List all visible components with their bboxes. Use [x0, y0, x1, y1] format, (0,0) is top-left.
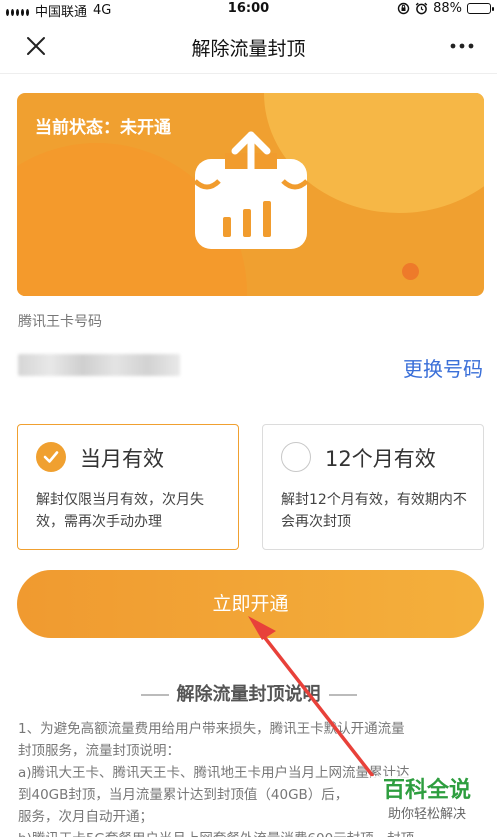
battery-icon — [467, 3, 494, 14]
data-upload-icon — [193, 131, 309, 249]
status-right: 88% — [397, 1, 494, 16]
explanation-heading: 解除流量封顶说明 — [0, 680, 497, 706]
change-number-link[interactable]: 更换号码 — [403, 353, 483, 382]
page-title: 解除流量封顶 — [191, 38, 306, 60]
radio-unchecked[interactable] — [281, 442, 311, 472]
status-bar: 中国联通 4G 16:00 88% — [0, 0, 497, 20]
option-monthly[interactable]: 当月有效 解封仅限当月有效，次月失效，需再次手动办理 — [17, 424, 239, 550]
option-title: 当月有效 — [80, 447, 164, 471]
masked-phone-number — [18, 354, 180, 376]
orientation-lock-icon — [397, 2, 410, 15]
nav-bar: 解除流量封顶 — [0, 18, 497, 74]
watermark-slogan: 助你轻松解决 — [387, 807, 466, 822]
heading-divider — [140, 694, 169, 696]
radio-checked[interactable] — [36, 442, 66, 472]
option-title: 12个月有效 — [325, 447, 436, 471]
heading-divider — [328, 694, 357, 696]
status-banner: 当前状态：未开通 — [17, 93, 484, 296]
explanation-line: b)腾讯王卡5G套餐用户当月上网套餐外流量消费600元封顶，封顶 — [18, 828, 482, 837]
number-label: 腾讯王卡号码 — [18, 314, 102, 330]
option-description: 解封12个月有效，有效期内不会再次封顶 — [281, 492, 467, 530]
watermark: 百科全说 助你轻松解决 — [371, 776, 483, 824]
explanation-line: 1、为避免高额流量费用给用户带来损失，腾讯王卡默认开通流量 — [18, 721, 405, 737]
explanation-title: 解除流量封顶说明 — [176, 684, 321, 705]
activation-status: 当前状态：未开通 — [35, 118, 171, 138]
explanation-line: 封顶服务，流量封顶说明： — [18, 743, 180, 759]
activate-button[interactable]: 立即开通 — [17, 570, 484, 638]
more-icon[interactable] — [449, 34, 475, 58]
alarm-icon — [415, 2, 428, 15]
battery-percent: 88% — [433, 1, 462, 16]
option-description: 解封仅限当月有效，次月失效，需再次手动办理 — [36, 492, 204, 530]
banner-dot — [402, 263, 419, 280]
watermark-brand: 百科全说 — [382, 778, 471, 803]
checkmark-icon — [43, 451, 59, 463]
option-12-months[interactable]: 12个月有效 解封12个月有效，有效期内不会再次封顶 — [262, 424, 484, 550]
